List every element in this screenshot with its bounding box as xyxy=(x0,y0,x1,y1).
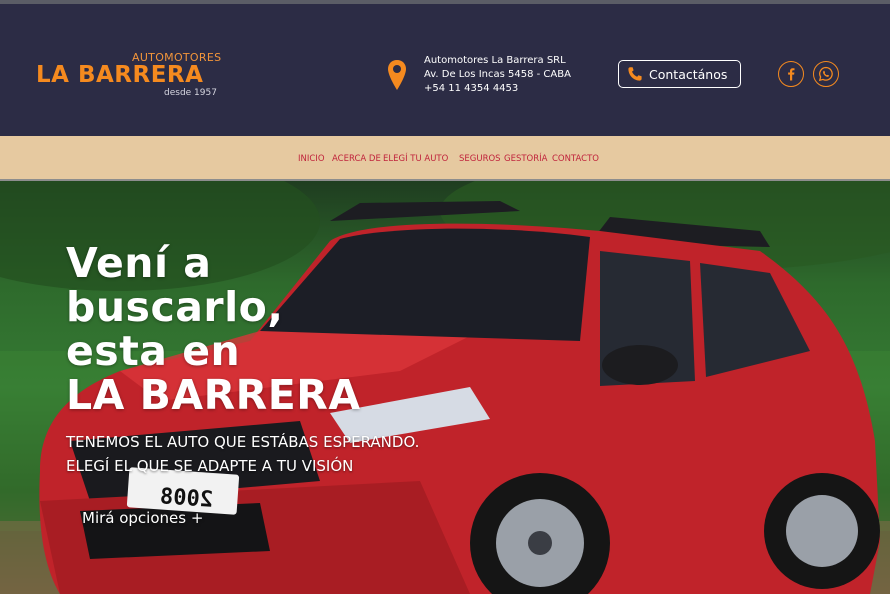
street-address: Av. De Los Incas 5458 - CABA xyxy=(424,69,571,80)
hero-subtitle: TENEMOS EL AUTO QUE ESTÁBAS ESPERANDO. E… xyxy=(66,430,419,478)
whatsapp-link[interactable] xyxy=(813,61,839,87)
brand-logo[interactable]: AUTOMOTORES LA BARRERA desde 1957 xyxy=(36,48,226,104)
hero-title-line-2: buscarlo, xyxy=(66,283,284,331)
nav-item-inicio[interactable]: INICIO xyxy=(298,154,325,164)
main-nav: INICIO ACERCA DE ELEGÍ TU AUTO SEGUROS G… xyxy=(0,136,890,181)
location-pin-icon xyxy=(388,60,406,90)
nav-item-contacto[interactable]: CONTACTO xyxy=(552,154,599,164)
phone-number: +54 11 4354 4453 xyxy=(424,83,519,94)
contact-address: Automotores La Barrera SRL Av. De Los In… xyxy=(424,54,571,96)
hero-subtitle-line-2: ELEGÍ EL QUE SE ADAPTE A TU VISIÓN xyxy=(66,457,354,475)
hero-title: Vení a buscarlo, esta en LA BARRERA xyxy=(66,241,361,417)
nav-item-elegi-tu-auto[interactable]: ELEGÍ TU AUTO xyxy=(383,154,448,164)
license-plate-text: 2008 xyxy=(158,483,214,513)
company-name: Automotores La Barrera SRL xyxy=(424,55,566,66)
hero-title-line-1: Vení a xyxy=(66,239,212,287)
hero-subtitle-line-1: TENEMOS EL AUTO QUE ESTÁBAS ESPERANDO. xyxy=(66,433,420,451)
site-header: AUTOMOTORES LA BARRERA desde 1957 Automo… xyxy=(0,4,890,136)
hero-title-line-4: LA BARRERA xyxy=(66,371,361,419)
license-plate: 2008 xyxy=(135,478,237,519)
contact-button-label: Contactános xyxy=(649,66,728,82)
whatsapp-icon xyxy=(818,66,833,82)
hero-banner: Vení a buscarlo, esta en LA BARRERA TENE… xyxy=(0,181,890,594)
logo-since: desde 1957 xyxy=(164,88,217,98)
nav-item-gestoria[interactable]: GESTORÍA xyxy=(504,154,547,164)
phone-icon xyxy=(628,67,642,81)
logo-name: LA BARRERA xyxy=(36,62,204,88)
facebook-icon xyxy=(788,68,795,81)
nav-item-seguros[interactable]: SEGUROS xyxy=(459,154,501,164)
nav-item-acerca-de[interactable]: ACERCA DE xyxy=(332,154,381,164)
contact-button[interactable]: Contactános xyxy=(618,60,741,88)
facebook-link[interactable] xyxy=(778,61,804,87)
hero-title-line-3: esta en xyxy=(66,327,241,375)
